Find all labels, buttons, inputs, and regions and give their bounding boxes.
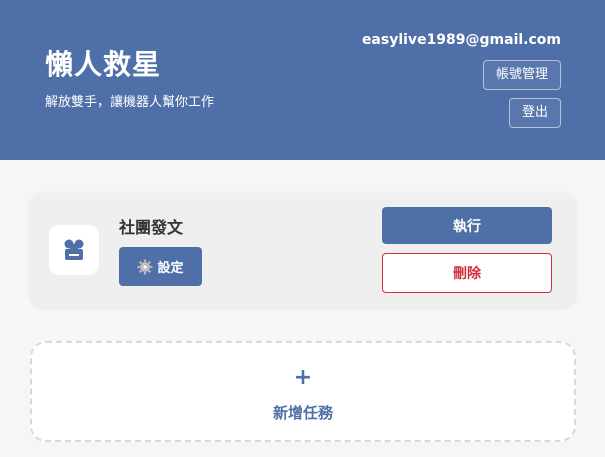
task-settings-button[interactable]: 設定 [119,247,202,286]
app-title: 懶人救星 [45,48,162,81]
robot-icon [64,239,84,260]
settings-label: 設定 [157,261,184,276]
add-task-label: 新增任務 [272,404,333,422]
app-header: 懶人救星 解放雙手，讓機器人幫你工作 easylive1989@gmail.co… [0,0,605,160]
user-email: easylive1989@gmail.com [361,32,561,48]
delete-task-button[interactable]: 刪除 [382,253,552,293]
logout-button[interactable]: 登出 [508,98,561,128]
run-task-button[interactable]: 執行 [382,207,552,244]
task-icon-container [49,225,99,275]
plus-icon: + [293,365,313,390]
task-name: 社團發文 [119,218,184,237]
app-subtitle: 解放雙手，讓機器人幫你工作 [45,95,215,110]
add-task-button[interactable]: + 新增任務 [30,341,576,442]
gear-icon [137,258,154,275]
account-management-button[interactable]: 帳號管理 [482,60,561,90]
task-card: 社團發文 設定 執行 刪除 [30,193,576,307]
